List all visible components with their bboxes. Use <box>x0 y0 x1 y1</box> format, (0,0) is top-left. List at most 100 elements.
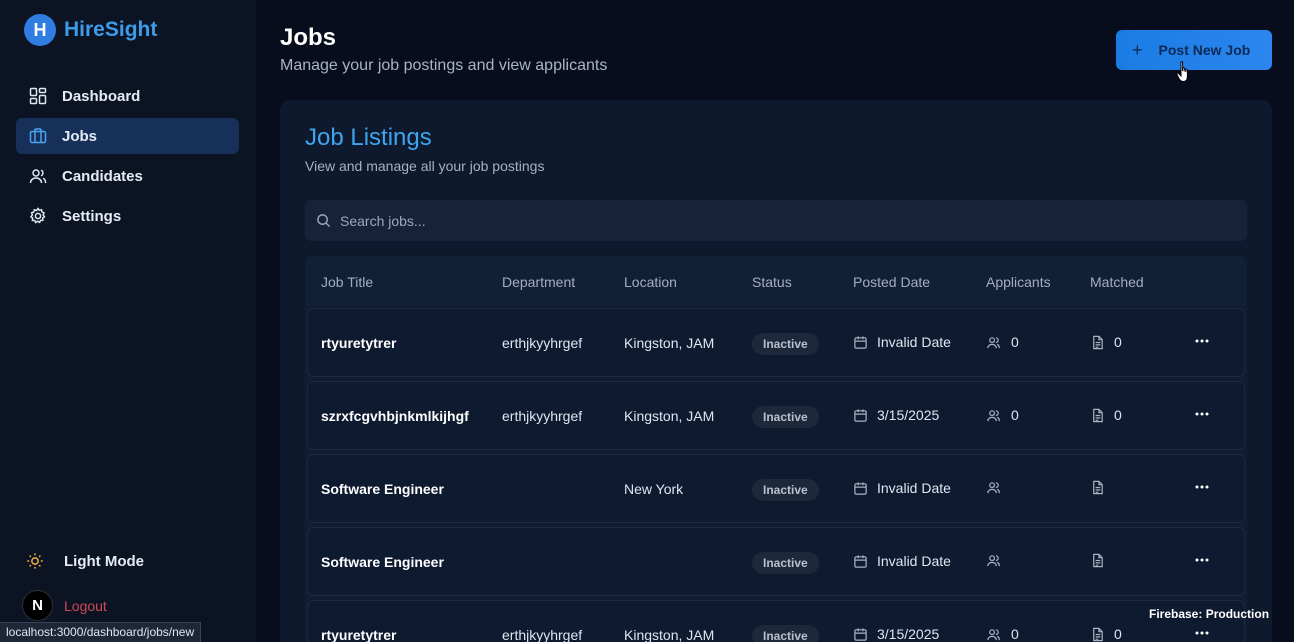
post-new-job-label: Post New Job <box>1158 42 1251 58</box>
card-subtitle: View and manage all your job postings <box>305 158 545 174</box>
more-options-icon[interactable] <box>1192 623 1212 642</box>
matched-count: 0 <box>1090 626 1122 642</box>
users-icon <box>29 169 47 184</box>
sidebar-item-label: Candidates <box>62 167 143 185</box>
users-icon <box>987 409 1000 421</box>
job-title[interactable]: rtyuretytrer <box>321 335 396 351</box>
column-header-status[interactable]: Status <box>752 274 792 290</box>
browser-status-url: localhost:3000/dashboard/jobs/new <box>0 622 202 642</box>
posted-date-value: 3/15/2025 <box>877 626 940 642</box>
more-options-icon[interactable] <box>1192 404 1212 424</box>
document-icon <box>1093 553 1103 568</box>
matched-count <box>1090 480 1114 495</box>
job-title[interactable]: Software Engineer <box>321 481 444 497</box>
table-row[interactable]: szrxfcgvhbjnkmlkijhgf erthjkyyhrgef King… <box>307 381 1245 450</box>
sidebar-item-label: Jobs <box>62 127 98 145</box>
brand-logo: H <box>24 14 56 46</box>
dashboard-grid-icon <box>29 87 47 105</box>
environment-label: Firebase: Production <box>1149 607 1270 621</box>
calendar-icon <box>854 627 867 641</box>
applicants-count: 0 <box>986 334 1019 350</box>
table-row[interactable]: rtyuretytrer erthjkyyhrgef Kingston, JAM… <box>307 600 1245 642</box>
table-header: Job Title Department Location Status Pos… <box>305 256 1247 306</box>
column-header-matched[interactable]: Matched <box>1090 274 1144 290</box>
matched-value: 0 <box>1114 334 1122 350</box>
search-bar <box>305 200 1247 241</box>
column-header-department[interactable]: Department <box>502 274 575 290</box>
document-icon <box>1093 480 1103 495</box>
posted-date: Invalid Date <box>853 334 951 350</box>
column-header-posted-date[interactable]: Posted Date <box>853 274 930 290</box>
column-header-location[interactable]: Location <box>624 274 677 290</box>
page-title: Jobs <box>280 24 337 51</box>
plus-icon: + <box>1132 39 1143 60</box>
sidebar-item-candidates[interactable]: Candidates <box>16 158 239 194</box>
more-options-icon[interactable] <box>1192 331 1212 351</box>
document-icon <box>1093 335 1103 349</box>
department: erthjkyyhrgef <box>502 627 583 642</box>
status-badge: Inactive <box>752 552 819 574</box>
theme-toggle[interactable]: Light Mode <box>26 552 144 570</box>
matched-value: 0 <box>1114 626 1122 642</box>
sidebar-nav: Dashboard Jobs Candidates Settings <box>16 78 239 238</box>
applicants-value: 0 <box>1011 334 1019 350</box>
posted-date: 3/15/2025 <box>853 407 939 423</box>
posted-date: Invalid Date <box>853 480 951 496</box>
applicants-count: 0 <box>986 407 1019 423</box>
job-listings-card: Job Listings View and manage all your jo… <box>280 100 1272 642</box>
document-icon <box>1093 627 1103 641</box>
more-options-icon[interactable] <box>1192 550 1212 570</box>
applicants-value: 0 <box>1011 626 1019 642</box>
users-icon <box>987 482 1000 494</box>
column-header-job-title[interactable]: Job Title <box>321 274 373 290</box>
department: erthjkyyhrgef <box>502 335 583 351</box>
sun-icon <box>27 553 43 569</box>
matched-count <box>1090 553 1114 568</box>
table-body: rtyuretytrer erthjkyyhrgef Kingston, JAM… <box>307 308 1245 642</box>
users-icon <box>987 628 1000 640</box>
sidebar-item-dashboard[interactable]: Dashboard <box>16 78 239 114</box>
users-icon <box>987 555 1000 567</box>
department: erthjkyyhrgef <box>502 408 583 424</box>
column-header-applicants[interactable]: Applicants <box>986 274 1051 290</box>
more-options-icon[interactable] <box>1192 477 1212 497</box>
calendar-icon <box>854 481 867 495</box>
status-badge: Inactive <box>752 406 819 428</box>
posted-date: Invalid Date <box>853 553 951 569</box>
status-badge: Inactive <box>752 479 819 501</box>
sidebar-item-settings[interactable]: Settings <box>16 198 239 234</box>
search-input[interactable] <box>340 212 1220 229</box>
applicants-count: 0 <box>986 626 1019 642</box>
job-title[interactable]: rtyuretytrer <box>321 627 396 642</box>
sidebar: H HireSight Dashboard Jobs Candidates Se… <box>0 0 256 642</box>
calendar-icon <box>854 554 867 568</box>
table-row[interactable]: Software Engineer New York Inactive Inva… <box>307 454 1245 523</box>
sidebar-item-label: Dashboard <box>62 87 141 105</box>
posted-date-value: 3/15/2025 <box>877 407 940 423</box>
card-title: Job Listings <box>305 124 432 151</box>
posted-date-value: Invalid Date <box>877 334 951 350</box>
page-subtitle: Manage your job postings and view applic… <box>280 57 608 74</box>
jobs-table: Job Title Department Location Status Pos… <box>305 256 1247 642</box>
document-icon <box>1093 408 1103 422</box>
job-title[interactable]: szrxfcgvhbjnkmlkijhgf <box>321 408 469 424</box>
applicants-value: 0 <box>1011 407 1019 423</box>
status-badge: Inactive <box>752 333 819 355</box>
gear-icon <box>29 207 46 224</box>
table-row[interactable]: Software Engineer Inactive Invalid Date <box>307 527 1245 596</box>
job-title[interactable]: Software Engineer <box>321 554 444 570</box>
posted-date: 3/15/2025 <box>853 626 939 642</box>
applicants-count <box>986 553 1011 568</box>
briefcase-icon <box>29 128 47 144</box>
logout-button[interactable]: N Logout <box>22 590 107 621</box>
avatar: N <box>22 590 53 621</box>
location: Kingston, JAM <box>624 408 715 424</box>
theme-toggle-label: Light Mode <box>64 552 144 570</box>
table-row[interactable]: rtyuretytrer erthjkyyhrgef Kingston, JAM… <box>307 308 1245 377</box>
brand-name: HireSight <box>64 18 158 41</box>
logout-label: Logout <box>64 597 107 614</box>
sidebar-item-jobs[interactable]: Jobs <box>16 118 239 154</box>
post-new-job-button[interactable]: + Post New Job <box>1116 30 1272 70</box>
location: Kingston, JAM <box>624 627 715 642</box>
brand[interactable]: H HireSight <box>24 14 157 46</box>
